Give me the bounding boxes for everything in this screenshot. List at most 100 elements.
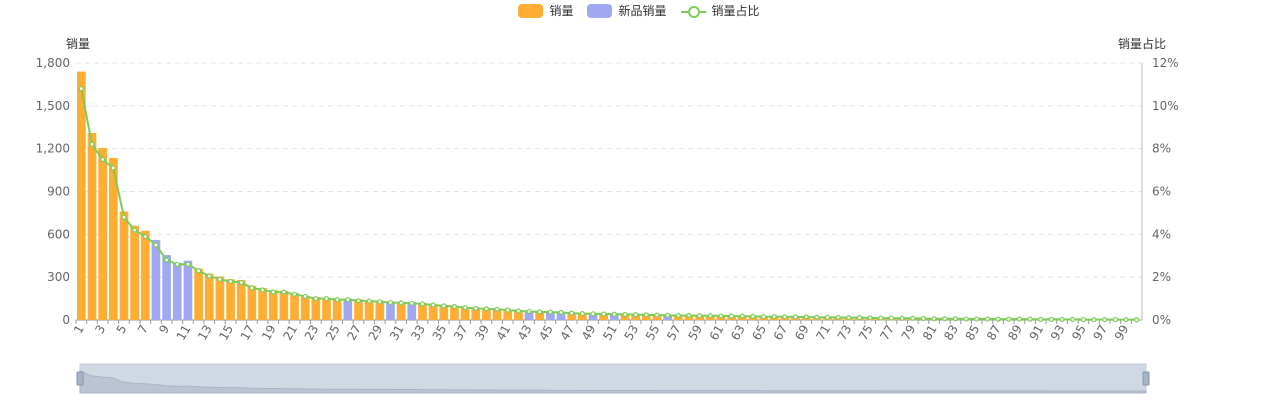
ratio-point[interactable] [569, 310, 575, 316]
ratio-point[interactable] [121, 214, 127, 220]
ratio-point[interactable] [1006, 316, 1012, 322]
bar-sales[interactable] [140, 230, 150, 320]
ratio-point[interactable] [100, 156, 106, 162]
ratio-point[interactable] [888, 315, 895, 321]
ratio-point[interactable] [398, 300, 404, 306]
bar-sales[interactable] [226, 279, 235, 320]
ratio-point[interactable] [782, 314, 788, 320]
bar-sales[interactable] [98, 147, 107, 320]
ratio-point[interactable] [1048, 316, 1054, 322]
ratio-point[interactable] [217, 276, 223, 282]
ratio-point[interactable] [249, 285, 255, 291]
ratio-point[interactable] [302, 293, 308, 300]
ratio-point[interactable] [185, 261, 191, 267]
ratio-point[interactable] [441, 303, 447, 309]
ratio-point[interactable] [1080, 316, 1086, 323]
bar-new-sales[interactable] [151, 240, 161, 320]
ratio-point[interactable] [270, 289, 276, 295]
data-zoom-handle-right[interactable] [1142, 371, 1150, 386]
ratio-point[interactable] [195, 268, 202, 274]
ratio-point[interactable] [281, 289, 287, 295]
ratio-point[interactable] [654, 312, 660, 318]
ratio-point[interactable] [601, 311, 607, 317]
ratio-point[interactable] [792, 314, 799, 320]
ratio-point[interactable] [878, 315, 884, 321]
ratio-point[interactable] [430, 302, 436, 308]
ratio-point[interactable] [590, 311, 596, 317]
ratio-point[interactable] [814, 314, 820, 320]
bar-sales[interactable] [119, 211, 129, 320]
bar-sales[interactable] [322, 297, 331, 320]
ratio-point[interactable] [952, 316, 959, 322]
ratio-point[interactable] [238, 279, 244, 286]
ratio-point[interactable] [942, 316, 948, 322]
bar-sales[interactable] [279, 290, 289, 320]
bar-sales[interactable] [258, 287, 267, 320]
ratio-point[interactable] [547, 309, 553, 315]
ratio-point[interactable] [803, 314, 809, 320]
ratio-point[interactable] [387, 299, 394, 306]
ratio-point[interactable] [633, 312, 639, 318]
ratio-point[interactable] [899, 315, 905, 321]
ratio-point[interactable] [1123, 316, 1129, 323]
bar-sales[interactable] [215, 276, 225, 320]
ratio-point[interactable] [110, 165, 116, 171]
ratio-point[interactable] [313, 295, 319, 302]
ratio-point[interactable] [1016, 316, 1023, 322]
bar-new-sales[interactable] [162, 255, 171, 320]
bar-sales[interactable] [87, 132, 97, 320]
bar-sales[interactable] [236, 280, 246, 320]
ratio-point[interactable] [1102, 316, 1108, 323]
bar-sales[interactable] [247, 285, 257, 320]
ratio-point[interactable] [750, 313, 756, 319]
ratio-point[interactable] [526, 308, 532, 315]
ratio-point[interactable] [515, 308, 521, 314]
ratio-point[interactable] [739, 313, 745, 319]
ratio-point[interactable] [164, 257, 170, 263]
ratio-point[interactable] [473, 305, 479, 312]
ratio-point[interactable] [451, 303, 458, 310]
ratio-point[interactable] [206, 273, 212, 279]
ratio-point[interactable] [227, 278, 234, 285]
ratio-point[interactable] [153, 242, 159, 248]
bar-sales[interactable] [204, 273, 214, 320]
ratio-point[interactable] [174, 261, 180, 267]
ratio-point[interactable] [697, 313, 703, 319]
ratio-point[interactable] [345, 297, 351, 303]
ratio-point[interactable] [366, 298, 372, 304]
ratio-point[interactable] [1059, 316, 1065, 322]
bar-sales[interactable] [194, 268, 203, 320]
ratio-point[interactable] [483, 306, 490, 312]
ratio-point[interactable] [494, 306, 500, 312]
ratio-point[interactable] [505, 307, 511, 313]
ratio-point[interactable] [78, 86, 84, 92]
ratio-point[interactable] [665, 312, 671, 318]
ratio-point[interactable] [910, 315, 916, 321]
ratio-point[interactable] [867, 315, 873, 321]
ratio-point[interactable] [686, 312, 692, 319]
ratio-point[interactable] [718, 313, 724, 319]
ratio-point[interactable] [611, 311, 617, 317]
ratio-point[interactable] [974, 316, 980, 322]
data-zoom-window[interactable] [80, 364, 1146, 393]
ratio-point[interactable] [334, 297, 340, 303]
ratio-point[interactable] [920, 315, 927, 322]
ratio-point[interactable] [355, 298, 362, 304]
ratio-point[interactable] [643, 312, 649, 318]
data-zoom-handle-left[interactable] [76, 371, 84, 386]
ratio-point[interactable] [963, 316, 969, 322]
ratio-point[interactable] [409, 300, 415, 306]
bar-new-sales[interactable] [172, 262, 182, 320]
ratio-point[interactable] [760, 313, 767, 320]
ratio-point[interactable] [462, 304, 468, 311]
ratio-point[interactable] [558, 309, 564, 316]
ratio-point[interactable] [1112, 316, 1118, 323]
ratio-point[interactable] [1134, 317, 1140, 323]
ratio-point[interactable] [771, 313, 777, 320]
ratio-point[interactable] [323, 295, 330, 302]
ratio-point[interactable] [132, 227, 138, 233]
ratio-point[interactable] [1038, 316, 1044, 322]
ratio-point[interactable] [1027, 316, 1033, 322]
ratio-point[interactable] [537, 309, 543, 315]
ratio-point[interactable] [984, 316, 991, 322]
